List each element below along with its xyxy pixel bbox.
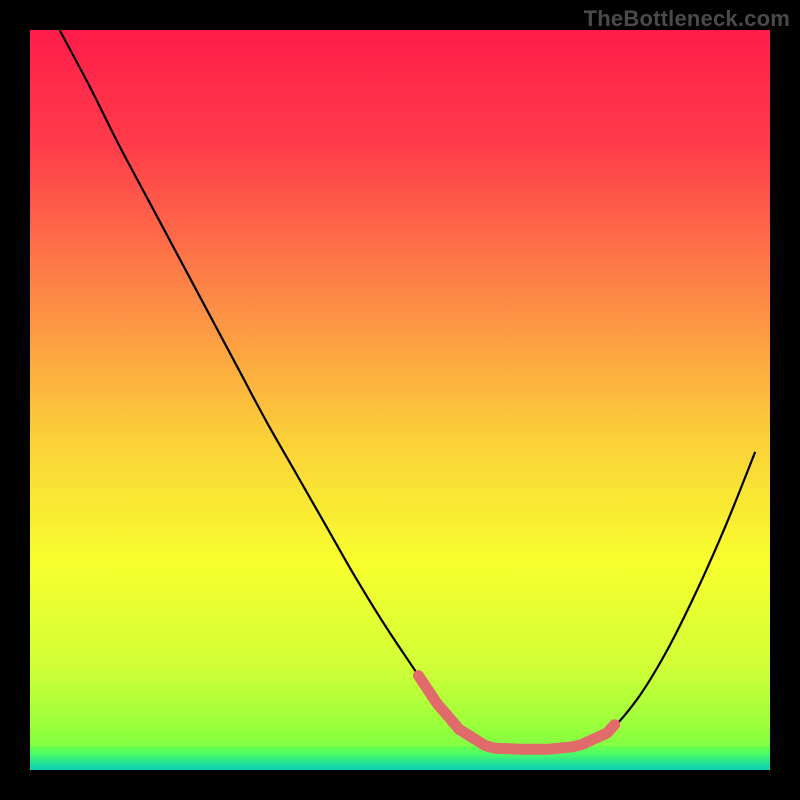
emphasis-segment xyxy=(459,729,581,749)
emphasis-segments xyxy=(419,676,615,750)
plot-area xyxy=(30,30,770,770)
watermark-text: TheBottleneck.com xyxy=(584,6,790,32)
bottleneck-curve xyxy=(30,30,770,770)
emphasis-segment xyxy=(419,676,460,730)
chart-frame: TheBottleneck.com xyxy=(0,0,800,800)
emphasis-segment xyxy=(581,725,614,745)
curve-line xyxy=(60,30,756,750)
